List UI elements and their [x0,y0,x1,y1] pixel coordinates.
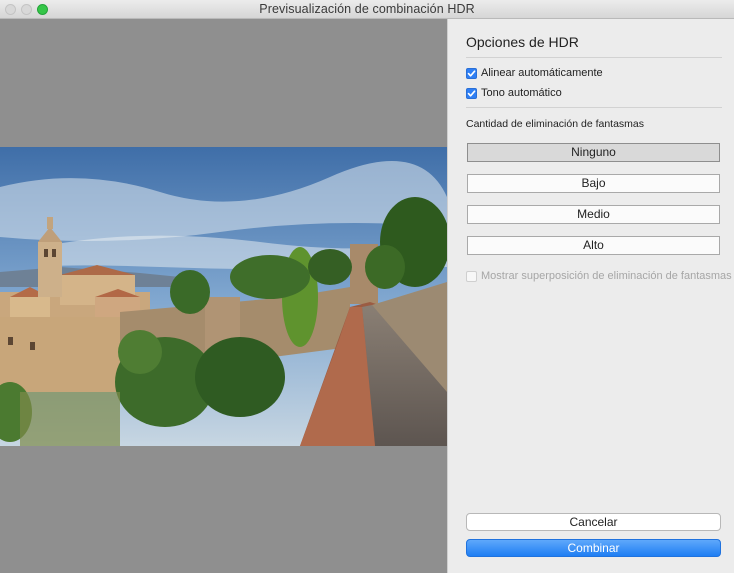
window-title: Previsualización de combinación HDR [259,2,475,16]
title-bar: Previsualización de combinación HDR [0,0,734,19]
deghost-high-button[interactable]: Alto [467,236,720,255]
checkmark-icon [467,89,476,97]
divider [466,107,722,108]
divider [466,57,722,58]
combine-button[interactable]: Combinar [466,539,721,557]
hdr-preview-area [0,19,447,573]
deghost-low-button[interactable]: Bajo [467,174,720,193]
auto-align-label: Alinear automáticamente [481,67,603,79]
auto-align-checkbox[interactable] [466,67,477,79]
show-deghost-overlay-checkbox[interactable] [466,270,477,282]
show-deghost-overlay-option[interactable]: Mostrar superposición de eliminación de … [466,270,732,282]
checkmark-icon [467,69,476,77]
deghost-none-button[interactable]: Ninguno [467,143,720,162]
hdr-merge-preview-window: Previsualización de combinación HDR Opci… [0,0,734,573]
hdr-preview-image [0,147,447,446]
cancel-button[interactable]: Cancelar [466,513,721,531]
panel-heading: Opciones de HDR [466,34,579,50]
deghost-amount-label: Cantidad de eliminación de fantasmas [466,118,645,130]
auto-tone-option[interactable]: Tono automático [466,87,562,99]
auto-align-option[interactable]: Alinear automáticamente [466,67,603,79]
show-deghost-overlay-label: Mostrar superposición de eliminación de … [481,270,732,282]
auto-tone-checkbox[interactable] [466,87,477,99]
deghost-medium-button[interactable]: Medio [467,205,720,224]
hdr-options-panel: Opciones de HDR Alinear automáticamente … [447,19,734,573]
auto-tone-label: Tono automático [481,87,562,99]
